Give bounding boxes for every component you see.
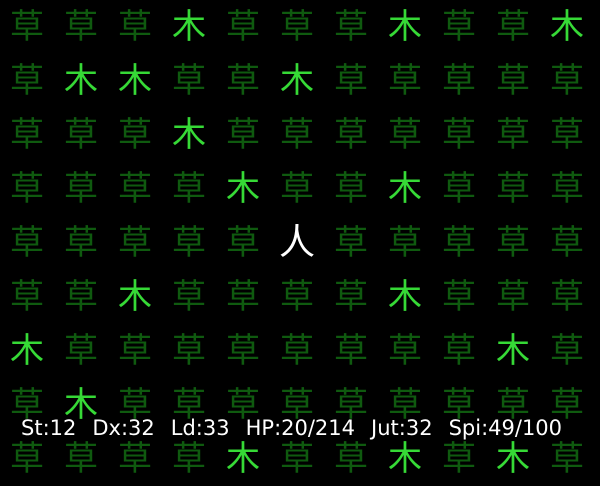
- status-bar: St:12 Dx:32 Ld:33 HP:20/214 Jut:32 Spi:4…: [0, 405, 600, 450]
- tree-tile: 木: [226, 169, 260, 209]
- grass-tile: 草: [118, 7, 152, 47]
- grass-tile: 草: [442, 169, 476, 209]
- grass-tile: 草: [388, 223, 422, 263]
- grass-tile: 草: [442, 331, 476, 371]
- grass-tile: 草: [118, 223, 152, 263]
- grass-tile: 草: [226, 331, 260, 371]
- grass-tile: 草: [496, 7, 530, 47]
- grass-tile: 草: [280, 277, 314, 317]
- grass-tile: 草: [280, 115, 314, 155]
- grass-tile: 草: [64, 331, 98, 371]
- grass-tile: 草: [64, 115, 98, 155]
- grass-tile: 草: [550, 169, 584, 209]
- grass-tile: 草: [496, 115, 530, 155]
- tree-tile: 木: [118, 277, 152, 317]
- grass-tile: 草: [550, 223, 584, 263]
- tree-tile: 木: [172, 7, 206, 47]
- grass-tile: 草: [496, 61, 530, 101]
- grass-tile: 草: [10, 169, 44, 209]
- grass-tile: 草: [280, 331, 314, 371]
- grass-tile: 草: [550, 331, 584, 371]
- player-tile: 人: [278, 222, 315, 263]
- grass-tile: 草: [64, 7, 98, 47]
- grass-tile: 草: [334, 223, 368, 263]
- grass-tile: 草: [442, 61, 476, 101]
- grass-tile: 草: [172, 331, 206, 371]
- grass-tile: 草: [64, 169, 98, 209]
- grass-tile: 草: [496, 223, 530, 263]
- grass-tile: 草: [118, 331, 152, 371]
- grass-tile: 草: [388, 61, 422, 101]
- grass-tile: 草: [226, 223, 260, 263]
- tree-tile: 木: [280, 61, 314, 101]
- grass-tile: 草: [334, 115, 368, 155]
- tree-tile: 木: [118, 61, 152, 101]
- grass-tile: 草: [550, 115, 584, 155]
- tree-tile: 木: [10, 331, 44, 371]
- grass-tile: 草: [442, 277, 476, 317]
- grass-tile: 草: [118, 115, 152, 155]
- tree-tile: 木: [496, 331, 530, 371]
- grass-tile: 草: [442, 7, 476, 47]
- stat-dexterity: Dx:32: [92, 415, 155, 440]
- grass-tile: 草: [172, 61, 206, 101]
- stat-jut: Jut:32: [371, 415, 433, 440]
- grass-tile: 草: [10, 223, 44, 263]
- grass-tile: 草: [334, 331, 368, 371]
- grass-tile: 草: [334, 169, 368, 209]
- grass-tile: 草: [226, 115, 260, 155]
- grass-tile: 草: [334, 7, 368, 47]
- stat-strength: St:12: [21, 415, 77, 440]
- grass-tile: 草: [280, 7, 314, 47]
- tree-tile: 木: [388, 7, 422, 47]
- grass-tile: 草: [388, 331, 422, 371]
- tree-tile: 木: [64, 61, 98, 101]
- grass-tile: 草: [550, 61, 584, 101]
- grass-tile: 草: [10, 277, 44, 317]
- stat-hit-points: HP:20/214: [245, 415, 356, 440]
- stat-leadership: Ld:33: [170, 415, 230, 440]
- grass-tile: 草: [388, 115, 422, 155]
- stat-spirit: Spi:49/100: [448, 415, 563, 440]
- tree-tile: 木: [388, 277, 422, 317]
- grass-tile: 草: [10, 61, 44, 101]
- grass-tile: 草: [226, 277, 260, 317]
- grass-tile: 草: [496, 277, 530, 317]
- grass-tile: 草: [10, 115, 44, 155]
- grass-tile: 草: [280, 169, 314, 209]
- grass-tile: 草: [496, 169, 530, 209]
- tree-tile: 木: [550, 7, 584, 47]
- grass-tile: 草: [64, 277, 98, 317]
- tree-tile: 木: [172, 115, 206, 155]
- grass-tile: 草: [172, 223, 206, 263]
- grass-tile: 草: [172, 277, 206, 317]
- grass-tile: 草: [334, 277, 368, 317]
- grass-tile: 草: [442, 223, 476, 263]
- grass-tile: 草: [226, 7, 260, 47]
- tree-tile: 木: [388, 169, 422, 209]
- grass-tile: 草: [10, 7, 44, 47]
- game-map: 草草草木草草草木草草木草木木草草木草草草草草草草草木草草草草草草草草草草草木草草…: [0, 0, 600, 476]
- grass-tile: 草: [226, 61, 260, 101]
- grass-tile: 草: [334, 61, 368, 101]
- grass-tile: 草: [118, 169, 152, 209]
- grass-tile: 草: [64, 223, 98, 263]
- grass-tile: 草: [442, 115, 476, 155]
- grass-tile: 草: [172, 169, 206, 209]
- grass-tile: 草: [550, 277, 584, 317]
